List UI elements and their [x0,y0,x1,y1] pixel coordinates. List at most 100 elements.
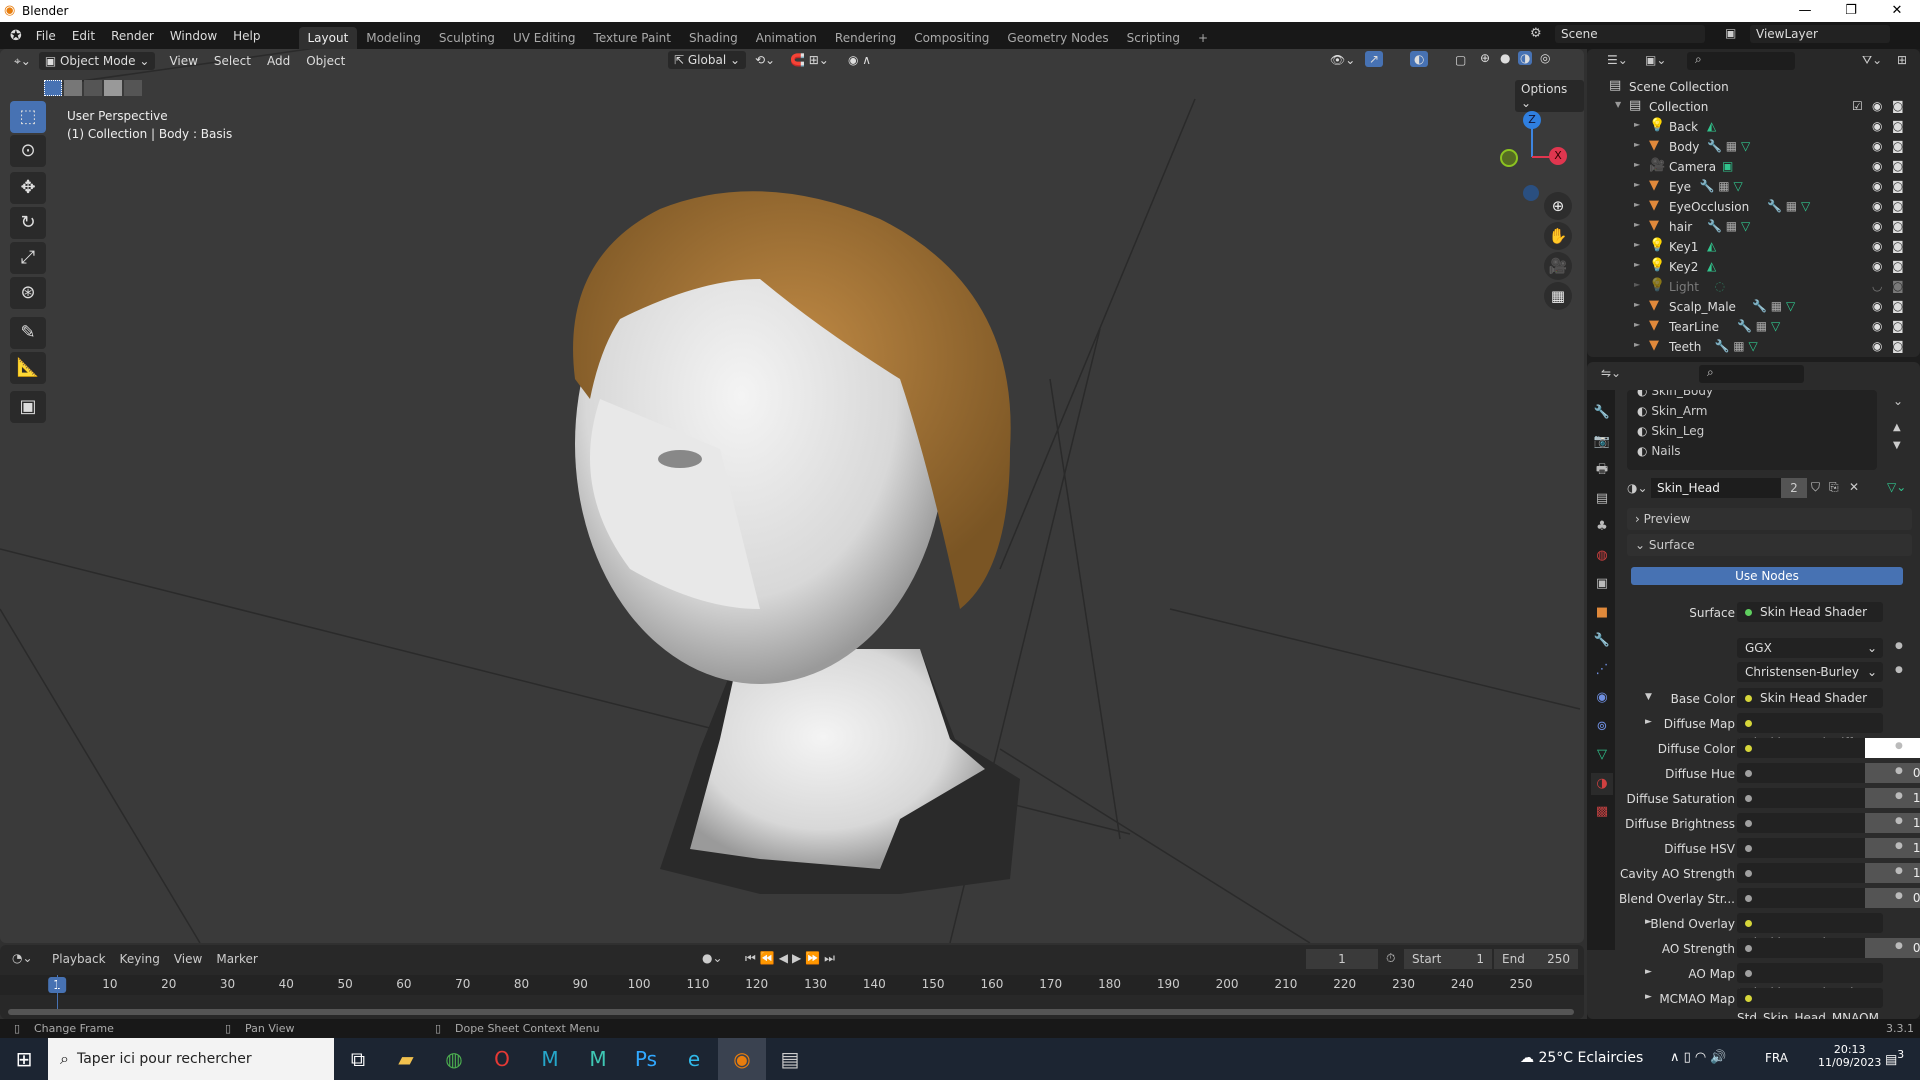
tab-uv-editing[interactable]: UV Editing [504,27,585,49]
editor-type-icon[interactable]: ⌖⌄ [14,54,31,69]
camera-render-icon[interactable]: ◙ [1892,159,1904,173]
eye-icon[interactable]: ◉ [1872,319,1882,333]
taskbar-search-box[interactable]: ⌕ Taper ici pour rechercher [48,1038,334,1080]
use-nodes-button[interactable]: Use Nodes [1631,567,1903,585]
outliner-item-eye[interactable]: ► ▼ Eye 🔧 ▦ ▽ ◉ ◙ [1587,177,1907,197]
expand-arrow-icon[interactable]: ► [1634,120,1640,129]
eye-icon[interactable]: ◉ [1872,239,1882,253]
blender-menu-icon[interactable]: ✪ [10,28,22,44]
file-explorer-icon[interactable]: ▰ [382,1038,430,1080]
eye-icon[interactable]: ◉ [1872,139,1882,153]
material-name-field[interactable]: Skin_Head [1651,478,1781,498]
select-intersect-icon[interactable] [124,80,142,96]
outliner-item-light[interactable]: ► 💡 Light ◌ ◡ ◙ [1587,277,1907,297]
expand-arrow-icon[interactable]: ► [1634,240,1640,249]
scene-field[interactable]: Scene [1555,25,1705,43]
scale-icon[interactable]: ⤢ [10,242,46,274]
outliner-item-eyeocclusion[interactable]: ► ▼ EyeOcclusion 🔧 ▦ ▽ ◉ ◙ [1587,197,1907,217]
app-icon[interactable]: ▤ [766,1038,814,1080]
input-socket-field[interactable]: 1.000 [1737,813,1920,833]
menu-render[interactable]: Render [103,29,162,43]
input-socket-field[interactable]: Skin Head Shader [1737,602,1883,622]
notifications-icon[interactable]: ▤3 [1885,1048,1904,1067]
value-slider[interactable]: 0.500 [1865,763,1920,783]
weather-widget[interactable]: ☁ 25°C Eclaircies [1520,1050,1643,1066]
properties-search-input[interactable]: ⌕ [1699,365,1804,383]
eye-icon[interactable]: ◉ [1872,339,1882,353]
expand-arrow-icon[interactable]: ► [1634,140,1640,149]
camera-render-icon[interactable]: ◙ [1892,299,1904,313]
move-icon[interactable]: ✥ [10,172,46,204]
expand-arrow-icon[interactable]: ► [1634,340,1640,349]
input-socket-field[interactable] [1737,738,1920,758]
view-layer-field[interactable]: ViewLayer [1750,25,1890,43]
tab-layout[interactable]: Layout [298,27,358,49]
keyframe-dot-icon[interactable]: ● [1895,641,1903,651]
tab-shading[interactable]: Shading [680,27,747,49]
timeline-editor-type-icon[interactable]: ◔⌄ [12,951,33,965]
end-frame-field[interactable]: End 250 [1494,949,1578,969]
keyframe-dot-icon[interactable]: ● [1895,665,1903,675]
annotate-icon[interactable]: ✎ [10,317,46,349]
camera-render-icon[interactable]: ◙ [1892,139,1904,153]
outliner-item-scalp_male[interactable]: ► ▼ Scalp_Male 🔧 ▦ ▽ ◉ ◙ [1587,297,1907,317]
color-swatch[interactable] [1865,738,1920,758]
menu-edit[interactable]: Edit [64,29,103,43]
blender-taskbar-icon[interactable]: ◉ [718,1038,766,1080]
input-socket-field[interactable]: 0.000 [1737,938,1920,958]
expand-arrow-icon[interactable]: ► [1645,967,1652,977]
camera-render-icon[interactable]: ◙ [1892,99,1904,113]
windows-start-icon[interactable]: ⊞ [0,1038,48,1080]
preview-panel-header[interactable]: › Preview [1627,508,1912,530]
keyframe-dot-icon[interactable]: ● [1895,941,1903,951]
menu-help[interactable]: Help [225,29,268,43]
expand-arrow-icon[interactable]: ► [1645,717,1652,727]
system-tray-icons[interactable]: ∧ ▯ ◠ 🔊 [1670,1050,1727,1065]
link-mode-icon[interactable]: ▽⌄ [1887,480,1906,494]
camera-render-icon[interactable]: ◙ [1892,279,1904,293]
material-browse-icon[interactable]: ◑⌄ [1627,481,1648,495]
playback-controls[interactable]: ⏮⏪◀▶⏩⏭ [745,951,839,966]
tool-icon[interactable]: 🔧 [1591,402,1613,424]
surface-panel-header[interactable]: ⌄ Surface [1627,534,1912,556]
material-slot[interactable]: ◐ Skin_Body [1637,390,1713,398]
enum-dropdown[interactable]: Christensen-Burley ⌄ [1737,662,1883,682]
input-socket-field[interactable]: Std_Skin_Head_Diffuse [1737,713,1883,750]
particles-icon[interactable]: ⋰ [1591,659,1613,681]
select-extend-icon[interactable] [64,80,82,96]
eye-icon[interactable]: ◉ [1872,199,1882,213]
opera-icon[interactable]: O [478,1038,526,1080]
menu-file[interactable]: File [28,29,64,43]
proportional-edit-icon[interactable]: ◉ ∧ [848,53,871,67]
camera-render-icon[interactable]: ◙ [1892,319,1904,333]
outliner-item-key1[interactable]: ► 💡 Key1 ◭ ◉ ◙ [1587,237,1907,257]
mudbox-icon[interactable]: M [574,1038,622,1080]
mode-dropdown[interactable]: ▣ Object Mode ⌄ [38,52,156,70]
material-slot-list[interactable]: ◐ Skin_Body ◐ Skin_Arm ◐ Skin_Leg ◐ Nails [1627,390,1877,470]
overlay-toggle-icon[interactable]: ◐ [1410,51,1429,67]
outliner-item-teeth[interactable]: ► ▼ Teeth 🔧 ▦ ▽ ◉ ◙ [1587,337,1907,357]
eye-icon[interactable]: ◉ [1872,159,1882,173]
timeline-menu-marker[interactable]: Marker [216,952,257,966]
edge-icon[interactable]: e [670,1038,718,1080]
timeline-menu-playback[interactable]: Playback [52,952,106,966]
viewport-menu-select[interactable]: Select [206,54,259,68]
move-slot-down-icon[interactable]: ▼ [1893,440,1901,451]
value-slider[interactable]: 1.000 [1865,863,1920,883]
pan-hand-icon[interactable]: ✋ [1544,222,1572,250]
constraints-icon[interactable]: ⊚ [1591,716,1613,738]
shading-wireframe-icon[interactable]: ⊕ [1480,51,1490,65]
tab-animation[interactable]: Animation [747,27,826,49]
outliner-scene-collection[interactable]: ▤ Scene Collection [1587,77,1907,97]
material-slot[interactable]: ◐ Nails [1637,444,1681,458]
input-socket-field[interactable]: 1.000 [1737,838,1920,858]
clock[interactable]: 20:13 11/09/2023 [1818,1043,1881,1069]
tab-compositing[interactable]: Compositing [905,27,998,49]
expand-arrow-icon[interactable]: ► [1634,220,1640,229]
snap-icon[interactable]: 🧲 ⊞⌄ [790,53,829,67]
camera-view-icon[interactable]: 🎥 [1544,252,1572,280]
enum-dropdown[interactable]: GGX ⌄ [1737,638,1883,658]
output-icon[interactable]: 🖶 [1591,459,1613,481]
keyframe-dot-icon[interactable]: ● [1895,816,1903,826]
tab-modeling[interactable]: Modeling [357,27,430,49]
